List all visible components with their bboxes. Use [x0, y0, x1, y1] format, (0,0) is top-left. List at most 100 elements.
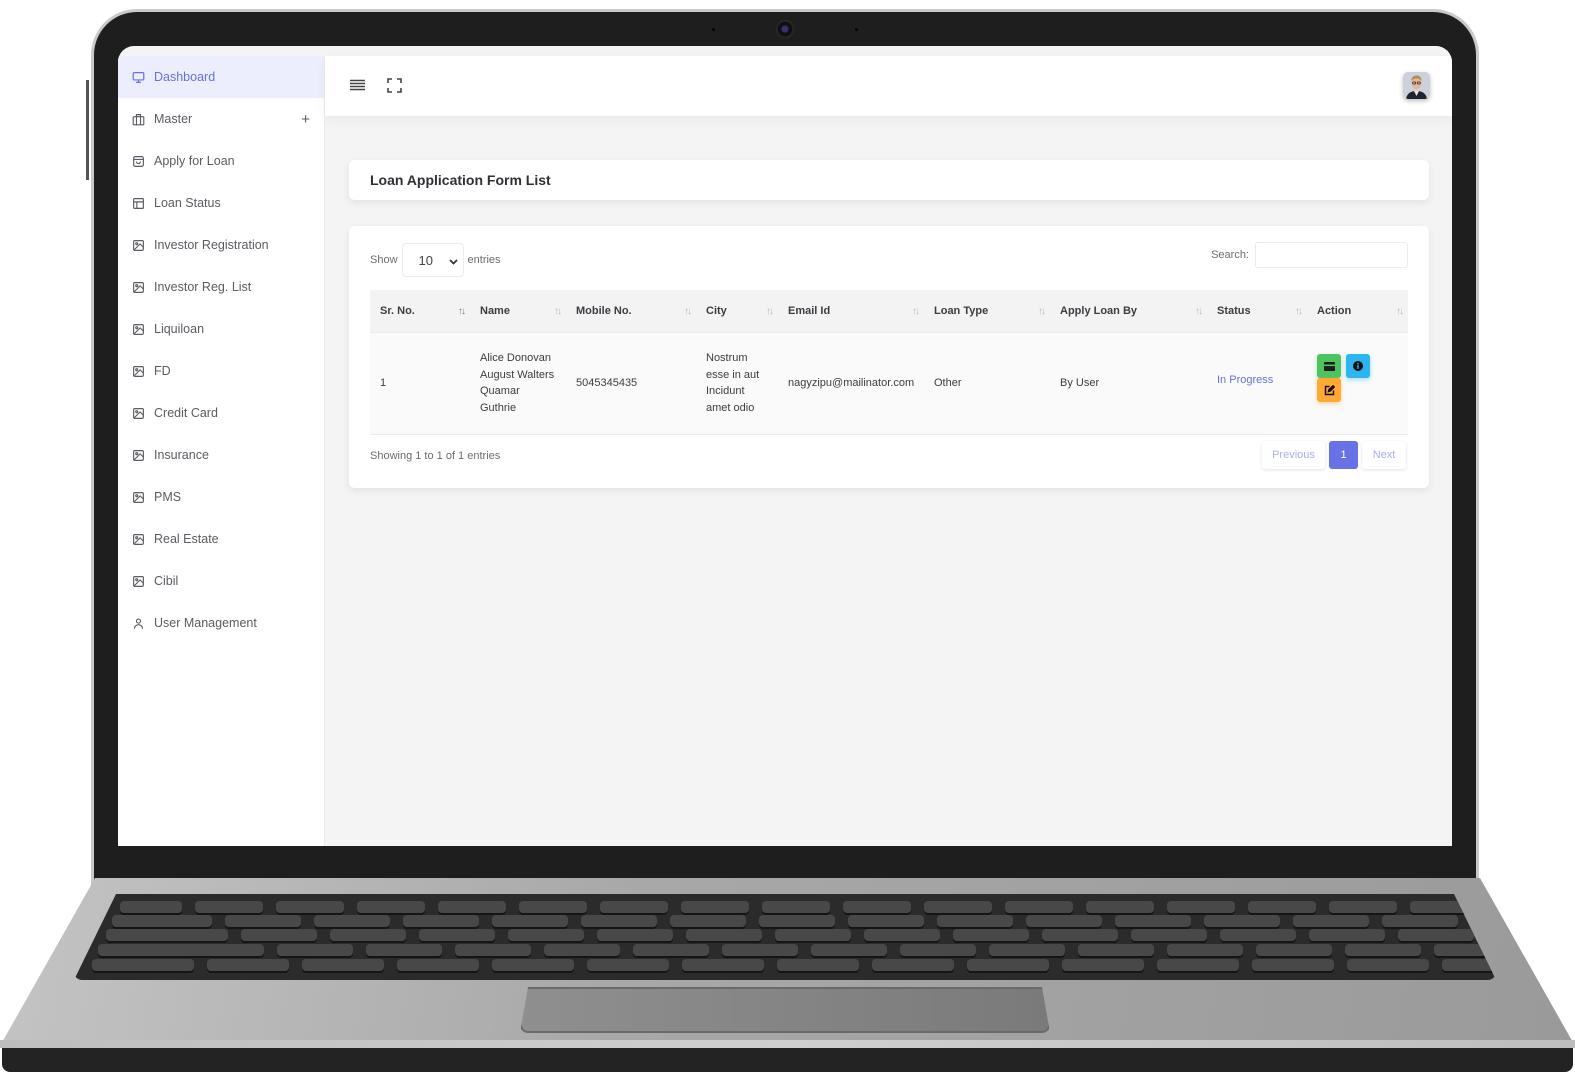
- sidebar-item-label: Loan Status: [154, 196, 221, 210]
- sidebar-item-loan-status[interactable]: Loan Status: [118, 182, 324, 224]
- laptop-base-bottom: [2, 1048, 1573, 1072]
- hamburger-menu-icon[interactable]: [348, 76, 366, 94]
- keyboard-key: [811, 944, 887, 956]
- sidebar-item-investor-registration[interactable]: Investor Registration: [118, 224, 324, 266]
- keyboard-key: [455, 944, 531, 956]
- column-header-mobile[interactable]: Mobile No. ↑↓: [566, 290, 696, 332]
- keyboard-key: [492, 959, 574, 971]
- user-avatar[interactable]: [1403, 72, 1430, 99]
- laptop-keyboard: [74, 894, 1496, 980]
- fullscreen-icon[interactable]: [385, 76, 403, 94]
- sidebar-item-fd[interactable]: FD: [118, 350, 324, 392]
- keyboard-key: [1345, 944, 1421, 956]
- previous-page-button[interactable]: Previous: [1262, 441, 1325, 469]
- keyboard-key: [848, 915, 924, 927]
- page-1-button[interactable]: 1: [1329, 441, 1358, 469]
- keyboard-key: [1329, 901, 1397, 913]
- laptop-base-lip: [0, 1040, 1575, 1048]
- keyboard-key: [1347, 959, 1429, 971]
- keyboard-key: [1086, 901, 1154, 913]
- sidebar-item-user-management[interactable]: User Management: [118, 602, 324, 644]
- keyboard-key: [519, 901, 587, 913]
- info-icon: [1353, 361, 1363, 371]
- sidebar-item-insurance[interactable]: Insurance: [118, 434, 324, 476]
- keyboard-key: [1560, 915, 1575, 927]
- keyboard-key: [587, 959, 669, 971]
- column-header-city[interactable]: City ↑↓: [696, 290, 778, 332]
- sort-icon: ↑↓: [554, 306, 562, 317]
- cell-loan-type: Other: [924, 331, 1050, 435]
- search-control: Search:: [1211, 242, 1408, 268]
- image-icon: [132, 239, 145, 252]
- keyboard-key: [397, 959, 479, 971]
- pagination: Previous 1 Next: [1262, 441, 1406, 469]
- keyboard-key: [670, 915, 746, 927]
- sidebar-item-master[interactable]: Master +: [118, 98, 324, 140]
- keyboard-key: [937, 915, 1013, 927]
- sidebar-item-real-estate[interactable]: Real Estate: [118, 518, 324, 560]
- expand-plus-icon[interactable]: +: [301, 111, 310, 128]
- info-button[interactable]: [1346, 354, 1370, 378]
- keyboard-key: [1382, 915, 1458, 927]
- keyboard-key: [597, 929, 673, 941]
- page-length-select[interactable]: 10: [401, 243, 464, 277]
- sidebar-item-label: Real Estate: [154, 532, 219, 546]
- keyboard-key: [1256, 944, 1332, 956]
- keyboard-key: [207, 959, 289, 971]
- column-header-loan-type[interactable]: Loan Type ↑↓: [924, 290, 1050, 332]
- keyboard-key: [1220, 929, 1296, 941]
- keyboard-key: [1548, 901, 1575, 913]
- keyboard-key: [953, 929, 1029, 941]
- sidebar-item-liquiloan[interactable]: Liquiloan: [118, 308, 324, 350]
- sidebar-item-label: PMS: [154, 490, 182, 504]
- sort-icon: ↑↓: [912, 306, 920, 317]
- keyboard-key: [600, 901, 668, 913]
- keyboard-key: [681, 901, 749, 913]
- keyboard-key: [1525, 944, 1575, 956]
- keyboard-key: [989, 944, 1065, 956]
- sidebar-item-credit-card[interactable]: Credit Card: [118, 392, 324, 434]
- sensor-dot: [855, 28, 858, 31]
- keyboard-key: [276, 901, 344, 913]
- keyboard-key: [633, 944, 709, 956]
- sidebar-item-cibil[interactable]: Cibil: [118, 560, 324, 602]
- keyboard-key: [1115, 915, 1191, 927]
- search-label: Search:: [1211, 249, 1249, 261]
- page-title: Loan Application Form List: [370, 172, 551, 188]
- keyboard-key: [843, 901, 911, 913]
- cell-status: In Progress: [1207, 331, 1307, 435]
- view-card-button[interactable]: [1317, 354, 1341, 378]
- sidebar-item-label: Cibil: [154, 574, 179, 588]
- column-header-action[interactable]: Action ↑↓: [1307, 290, 1408, 332]
- column-header-name[interactable]: Name ↑↓: [470, 290, 566, 332]
- sidebar-item-label: Credit Card: [154, 406, 218, 420]
- keyboard-key: [1157, 959, 1239, 971]
- keyboard-key: [1309, 929, 1385, 941]
- sidebar-item-apply-for-loan[interactable]: Apply for Loan: [118, 140, 324, 182]
- keyboard-key: [872, 959, 954, 971]
- sidebar-item-label: Master: [154, 112, 193, 126]
- keyboard-key: [864, 929, 940, 941]
- keyboard-key: [225, 915, 301, 927]
- image-icon: [132, 449, 145, 462]
- keyboard-key: [241, 929, 317, 941]
- column-header-email[interactable]: Email Id ↑↓: [778, 290, 924, 332]
- keyboard-key: [492, 915, 568, 927]
- cell-apply-by: By User: [1050, 331, 1207, 435]
- cell-sr-no: 1: [370, 331, 470, 435]
- sidebar-item-dashboard[interactable]: Dashboard: [118, 56, 324, 98]
- search-input[interactable]: [1255, 242, 1408, 268]
- image-icon: [132, 575, 145, 588]
- next-page-button[interactable]: Next: [1362, 441, 1406, 469]
- keyboard-key: [195, 901, 263, 913]
- edit-button[interactable]: [1317, 378, 1341, 402]
- sidebar-item-investor-reg-list[interactable]: Investor Reg. List: [118, 266, 324, 308]
- sidebar-item-pms[interactable]: PMS: [118, 476, 324, 518]
- webcam-icon: [776, 20, 794, 38]
- column-header-apply-loan-by[interactable]: Apply Loan By ↑↓: [1050, 290, 1207, 332]
- column-header-status[interactable]: Status ↑↓: [1207, 290, 1307, 332]
- column-header-sr-no[interactable]: Sr. No. ↑↓: [370, 290, 470, 332]
- keyboard-key: [1398, 929, 1474, 941]
- table-row: 1 Alice Donovan August Walters Quamar Gu…: [370, 331, 1408, 435]
- keyboard-key: [1293, 915, 1369, 927]
